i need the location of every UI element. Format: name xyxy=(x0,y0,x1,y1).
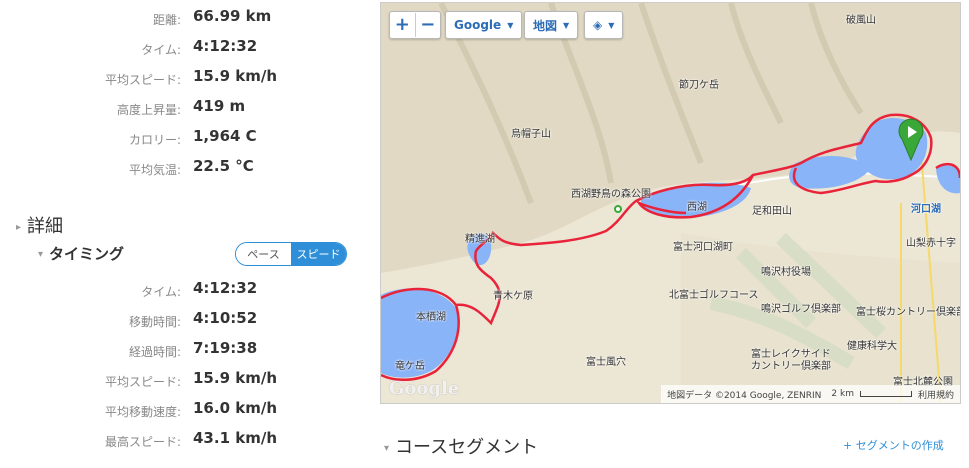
create-segment-label: セグメントの作成 xyxy=(855,439,944,452)
stat-label: 最高スピード: xyxy=(104,435,181,449)
map-label: 山梨赤十字 xyxy=(906,238,956,249)
stat-value: 4:12:32 xyxy=(193,279,258,297)
layers-icon: ◈ xyxy=(593,18,603,32)
stat-value: 419 m xyxy=(193,97,246,115)
stat-value: 43.1 km/h xyxy=(193,429,277,447)
stat-label: 平均スピード: xyxy=(104,73,181,87)
stat-value: 1,964 C xyxy=(193,127,257,145)
map-label: 精進湖 xyxy=(465,234,495,245)
pace-speed-toggle[interactable]: ペース スピード xyxy=(235,242,347,266)
pace-option[interactable]: ペース xyxy=(236,243,291,265)
speed-option[interactable]: スピード xyxy=(291,243,346,265)
map-label: 破風山 xyxy=(846,15,876,26)
poi-marker[interactable] xyxy=(614,205,622,213)
provider-dropdown[interactable]: Google ▼ xyxy=(445,11,523,39)
timing-toggle[interactable]: ▾ タイミング xyxy=(38,243,124,264)
create-segment-link[interactable]: + セグメントの作成 xyxy=(843,437,944,453)
timing-time: タイム: 4:12:32 xyxy=(0,279,360,303)
scale-label: 2 km xyxy=(831,389,854,399)
map-label: 富士河口湖町 xyxy=(673,242,733,253)
map-label: 足和田山 xyxy=(752,206,792,217)
timing-title: タイミング xyxy=(49,245,125,263)
map-type-dropdown[interactable]: 地図 ▼ xyxy=(524,11,579,39)
stat-value: 22.5 °C xyxy=(193,157,254,175)
stat-label: カロリー: xyxy=(128,133,181,147)
stat-label: タイム: xyxy=(141,285,181,299)
stat-avg-speed: 平均スピード: 15.9 km/h xyxy=(0,67,360,91)
chevron-down-icon: ▼ xyxy=(608,20,615,30)
map-label: 西湖 xyxy=(687,202,707,213)
map-label: カントリー倶楽部 xyxy=(751,361,831,372)
map-attribution: 地図データ ©2014 Google, ZENRIN 2 km 利用規約 xyxy=(661,385,960,403)
collapse-triangle-icon: ▸ xyxy=(16,221,22,233)
chevron-down-icon: ▼ xyxy=(563,20,570,30)
map-label: 北富士ゴルフコース xyxy=(669,290,759,301)
terms-link[interactable]: 利用規約 xyxy=(918,388,954,401)
plus-icon: + xyxy=(843,439,853,452)
timing-max-speed: 最高スピード: 43.1 km/h xyxy=(0,429,360,453)
stat-value: 15.9 km/h xyxy=(193,369,277,387)
stat-label: タイム: xyxy=(141,43,181,57)
stat-label: 平均気温: xyxy=(128,163,181,177)
course-segments-title: コースセグメント xyxy=(395,437,539,458)
stat-value: 15.9 km/h xyxy=(193,67,277,85)
map-label: 富士風穴 xyxy=(586,357,626,368)
map-label: 竜ケ岳 xyxy=(395,361,425,372)
zoom-control: + − xyxy=(389,11,441,39)
stat-value: 66.99 km xyxy=(193,7,272,25)
stat-time: タイム: 4:12:32 xyxy=(0,37,360,61)
stat-elevation-gain: 高度上昇量: 419 m xyxy=(0,97,360,121)
stat-avg-temp: 平均気温: 22.5 °C xyxy=(0,157,360,181)
chevron-down-icon: ▼ xyxy=(507,20,514,30)
map-label: 青木ケ原 xyxy=(493,291,533,302)
stat-label: 平均スピード: xyxy=(104,375,181,389)
zoom-in-button[interactable]: + xyxy=(390,13,415,37)
stat-label: 経過時間: xyxy=(128,345,181,359)
timing-avg-moving-speed: 平均移動速度: 16.0 km/h xyxy=(0,399,360,423)
zoom-out-button[interactable]: − xyxy=(414,13,441,37)
layers-dropdown[interactable]: ◈ ▼ xyxy=(584,11,624,39)
timing-avg-speed: 平均スピード: 15.9 km/h xyxy=(0,369,360,393)
map-label: 本栖湖 xyxy=(416,312,446,323)
map-label: 西湖野鳥の森公園 xyxy=(571,189,651,200)
details-toggle[interactable]: ▸ 詳細 xyxy=(16,212,63,238)
stat-label: 移動時間: xyxy=(128,315,181,329)
google-logo: Google xyxy=(389,378,460,399)
stat-value: 16.0 km/h xyxy=(193,399,277,417)
course-segments-toggle[interactable]: ▾ コースセグメント xyxy=(384,433,538,459)
stat-label: 距離: xyxy=(152,13,181,27)
stat-label: 平均移動速度: xyxy=(104,405,181,419)
map-label: 富士桜カントリー倶楽部 xyxy=(856,307,961,318)
expand-triangle-icon: ▾ xyxy=(384,442,390,454)
map-label: 健康科学大 xyxy=(847,341,897,352)
stat-value: 7:19:38 xyxy=(193,339,258,357)
scale-bar xyxy=(859,391,912,397)
map-label: 節刀ケ岳 xyxy=(679,80,719,91)
map-type-label: 地図 xyxy=(533,18,558,33)
provider-label: Google xyxy=(454,18,502,32)
stat-value: 4:12:32 xyxy=(193,37,258,55)
map-label: 鳴沢村役場 xyxy=(761,267,811,278)
map-label: 烏帽子山 xyxy=(511,129,551,140)
stat-distance: 距離: 66.99 km xyxy=(0,7,360,31)
expand-triangle-icon: ▾ xyxy=(38,249,44,260)
map-label: 河口湖 xyxy=(911,204,941,215)
attribution-text: 地図データ ©2014 Google, ZENRIN xyxy=(667,390,822,401)
stat-value: 4:10:52 xyxy=(193,309,258,327)
route-map[interactable]: + − Google ▼ 地図 ▼ ◈ ▼ 破風山 節刀ケ岳 烏帽子山 西湖野鳥の森公… xyxy=(380,2,961,404)
details-title: 詳細 xyxy=(27,216,64,237)
timing-elapsed-time: 経過時間: 7:19:38 xyxy=(0,339,360,363)
map-label: 鳴沢ゴルフ倶楽部 xyxy=(761,304,841,315)
stat-calories: カロリー: 1,964 C xyxy=(0,127,360,151)
timing-moving-time: 移動時間: 4:10:52 xyxy=(0,309,360,333)
stat-label: 高度上昇量: xyxy=(116,103,181,117)
